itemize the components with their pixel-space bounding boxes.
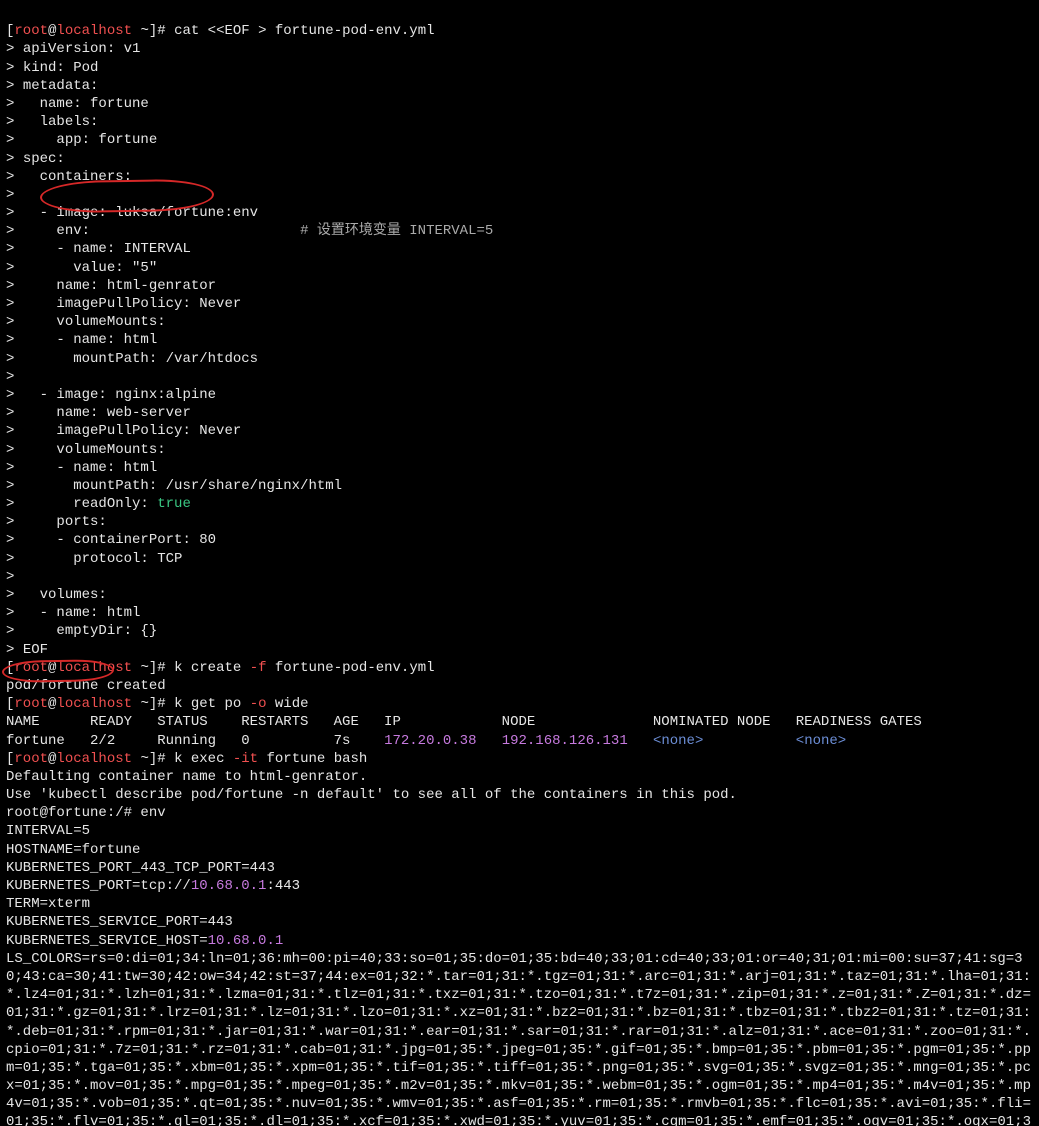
- env-term: TERM=xterm: [6, 896, 90, 912]
- prompt: [root@localhost ~]#: [6, 660, 174, 676]
- prompt: [root@localhost ~]#: [6, 23, 174, 39]
- true-literal: true: [157, 496, 191, 512]
- exec-msg: Defaulting container name to html-genrat…: [6, 769, 367, 785]
- cmd-create: k create: [174, 660, 250, 676]
- heredoc-line: >: [6, 41, 23, 57]
- created-msg: pod/fortune created: [6, 678, 166, 694]
- env-kport443: KUBERNETES_PORT_443_TCP_PORT=443: [6, 860, 275, 876]
- cmd-env: env: [140, 805, 165, 821]
- pod-ip: 172.20.0.38: [384, 733, 476, 749]
- none-label: <none>: [653, 733, 703, 749]
- env-kport: KUBERNETES_PORT=tcp://: [6, 878, 191, 894]
- exec-msg: Use 'kubectl describe pod/fortune -n def…: [6, 787, 737, 803]
- cmd-get: k get po: [174, 696, 250, 712]
- env-ksvchost: KUBERNETES_SERVICE_HOST=: [6, 933, 208, 949]
- node-ip: 192.168.126.131: [502, 733, 628, 749]
- cmd-cat: cat <<EOF > fortune-pod-env.yml: [174, 23, 434, 39]
- table-row: fortune 2/2 Running 0 7s: [6, 733, 384, 749]
- cmd-exec: k exec: [174, 751, 233, 767]
- prompt: [root@localhost ~]#: [6, 696, 174, 712]
- table-header: NAME READY STATUS RESTARTS AGE IP NODE N…: [6, 714, 922, 730]
- prompt: [root@localhost ~]#: [6, 751, 174, 767]
- env-hostname: HOSTNAME=fortune: [6, 842, 140, 858]
- env-lscolors: LS_COLORS=rs=0:di=01;34:ln=01;36:mh=00:p…: [6, 951, 1031, 1126]
- env-comment: # 设置环境变量 INTERVAL=5: [300, 223, 493, 239]
- pod-prompt: root@fortune:/#: [6, 805, 140, 821]
- env-interval: INTERVAL=5: [6, 823, 90, 839]
- none-label: <none>: [796, 733, 846, 749]
- env-ksvcport: KUBERNETES_SERVICE_PORT=443: [6, 914, 233, 930]
- terminal-output[interactable]: [root@localhost ~]# cat <<EOF > fortune-…: [0, 0, 1039, 1126]
